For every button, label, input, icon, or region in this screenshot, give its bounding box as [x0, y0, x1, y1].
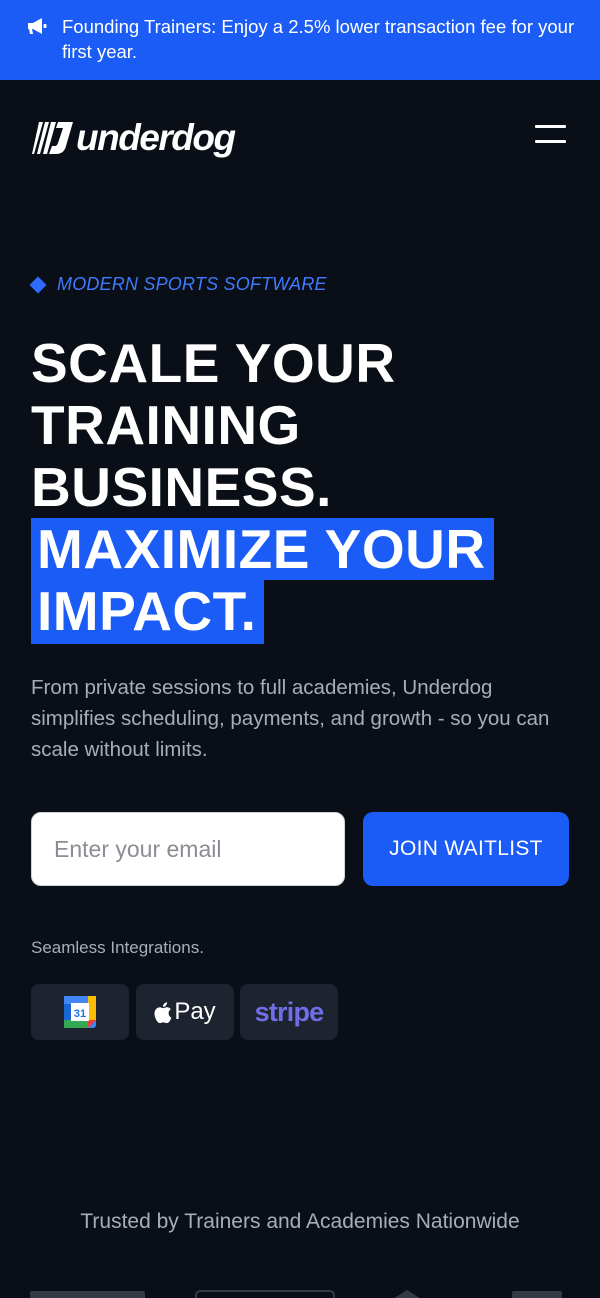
underdog-logo[interactable]: underdog: [31, 117, 236, 158]
highlight-text: IMPACT.: [31, 580, 265, 644]
megaphone-icon: [28, 18, 47, 34]
hamburger-menu-icon[interactable]: [532, 122, 568, 148]
integrations-label: Seamless Integrations.: [31, 938, 204, 957]
logo-mark-icon: [32, 122, 73, 154]
calendar-day-text: 31: [74, 1008, 86, 1020]
apple-icon: [154, 1001, 172, 1023]
partner-logo: [30, 1288, 145, 1298]
hero-headline: SCALE YOUR TRAINING BUSINESS. MAXIMIZE Y…: [31, 332, 571, 644]
highlight-text: MAXIMIZE YOUR: [31, 518, 494, 580]
highlight-line: IMPACT.: [31, 580, 571, 644]
integration-google-calendar: 31: [31, 984, 129, 1040]
highlight-line: MAXIMIZE YOUR: [31, 518, 571, 580]
join-waitlist-button[interactable]: JOIN WAITLIST: [363, 812, 569, 886]
email-input[interactable]: [31, 812, 345, 886]
google-calendar-icon: 31: [64, 996, 96, 1028]
eyebrow-text: MODERN SPORTS SOFTWARE: [57, 274, 327, 294]
trusted-by-text: Trusted by Trainers and Academies Nation…: [80, 1210, 520, 1233]
headline-line: BUSINESS.: [31, 456, 332, 518]
stripe-logo: stripe: [254, 996, 325, 1027]
headline-line: TRAINING: [31, 394, 301, 456]
integration-stripe: stripe: [240, 984, 338, 1040]
hero-subcopy: From private sessions to full academies,…: [31, 676, 550, 761]
announcement-banner: Founding Trainers: Enjoy a 2.5% lower tr…: [0, 0, 600, 80]
eyebrow: MODERN SPORTS SOFTWARE: [29, 274, 327, 295]
banner-text: Founding Trainers: Enjoy a 2.5% lower tr…: [62, 16, 575, 62]
diamond-icon: [29, 276, 47, 293]
apple-pay-text: Pay: [174, 998, 216, 1025]
partner-logo: [392, 1288, 422, 1298]
integration-apple-pay: Pay: [136, 984, 234, 1040]
headline-line: SCALE YOUR: [31, 332, 396, 394]
partner-logo: [512, 1288, 562, 1298]
logo-text: underdog: [76, 117, 236, 158]
partner-logo: [195, 1288, 335, 1298]
